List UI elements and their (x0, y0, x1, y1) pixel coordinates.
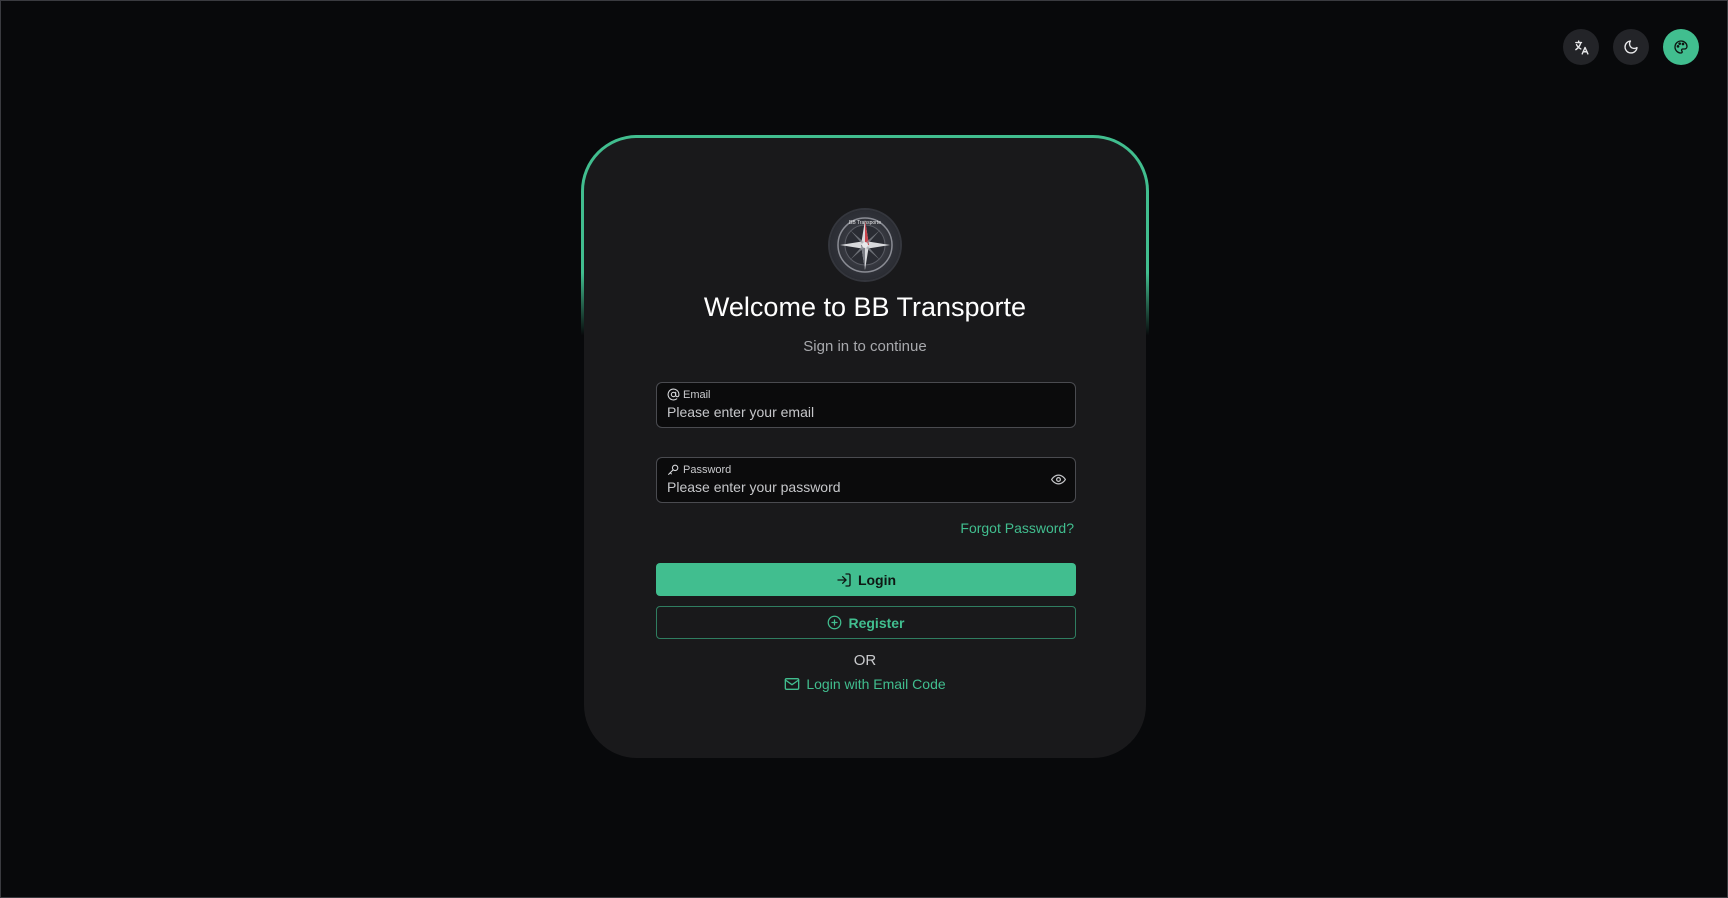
login-icon (837, 572, 851, 587)
email-code-label: Login with Email Code (806, 676, 946, 692)
app-window: BB Transporte Welcome to BB Transporte S… (0, 0, 1728, 898)
email-label-text: Email (683, 388, 711, 401)
color-palette-button[interactable] (1663, 29, 1699, 65)
login-card-border: BB Transporte Welcome to BB Transporte S… (581, 135, 1149, 761)
password-label: Password (667, 463, 731, 476)
password-field[interactable]: Password (656, 457, 1076, 503)
compass-logo-icon: BB Transporte (837, 217, 893, 273)
plus-circle-icon (828, 615, 842, 630)
page-title: Welcome to BB Transporte (703, 292, 1027, 322)
login-button-label: Login (857, 571, 897, 588)
register-button[interactable]: Register (656, 606, 1076, 639)
password-label-text: Password (683, 463, 732, 476)
mail-icon (785, 678, 800, 690)
svg-text:BB Transporte: BB Transporte (849, 220, 881, 226)
palette-icon (1674, 40, 1688, 54)
eye-icon[interactable] (1051, 472, 1066, 487)
company-logo: BB Transporte (830, 210, 900, 280)
register-button-label: Register (848, 614, 905, 631)
password-input[interactable] (667, 479, 1027, 495)
login-card: BB Transporte Welcome to BB Transporte S… (584, 138, 1146, 758)
login-with-email-code-link[interactable]: Login with Email Code (584, 676, 1146, 692)
language-button[interactable] (1563, 29, 1599, 65)
translate-icon (1574, 39, 1589, 55)
email-input[interactable] (667, 404, 1027, 420)
forgot-password-link[interactable]: Forgot Password? (960, 520, 1074, 536)
login-button[interactable]: Login (656, 563, 1076, 596)
top-actions (1563, 29, 1699, 65)
theme-toggle-button[interactable] (1613, 29, 1649, 65)
key-icon (668, 464, 679, 475)
email-label: Email (667, 388, 711, 401)
moon-icon (1624, 40, 1638, 54)
page-subtitle: Sign in to continue (803, 338, 927, 355)
or-divider: OR (853, 652, 877, 669)
email-field[interactable]: Email (656, 382, 1076, 428)
at-sign-icon (667, 388, 680, 401)
